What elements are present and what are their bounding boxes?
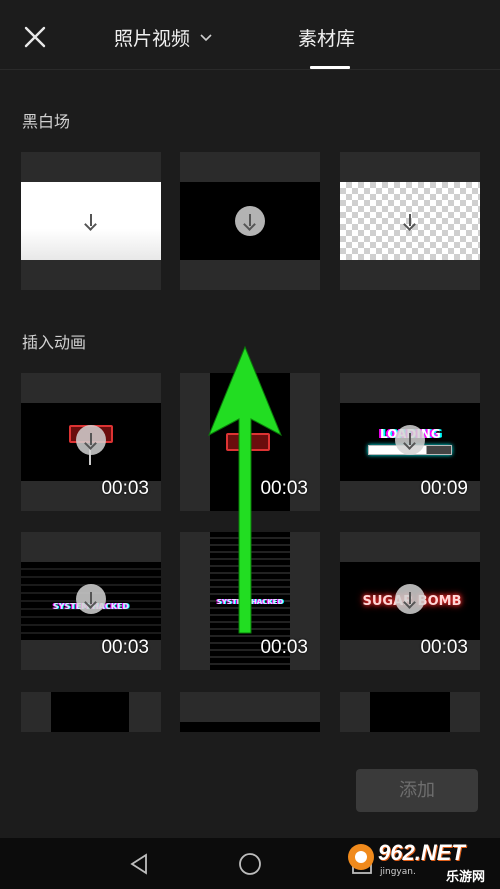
download-icon[interactable] [76, 425, 106, 455]
duration-label: 00:03 [101, 637, 149, 658]
animation-tile-battery[interactable]: 00:03 [21, 373, 161, 511]
preview-frame [51, 692, 129, 732]
download-icon[interactable] [76, 584, 106, 614]
add-button[interactable]: 添加 [356, 769, 478, 812]
watermark-site-name: 乐游网 [446, 870, 486, 885]
animation-tile-partial[interactable] [21, 692, 161, 732]
download-icon[interactable] [235, 206, 265, 236]
section-title-black-white: 黑白场 [22, 112, 71, 131]
download-icon[interactable] [395, 584, 425, 614]
duration-label: 00:03 [260, 637, 308, 658]
animation-tile-partial[interactable] [180, 692, 320, 732]
watermark: 962.NET jingyan. 乐游网 [346, 840, 496, 886]
preview-frame [180, 722, 320, 732]
top-bar: 照片视频 素材库 [0, 0, 500, 70]
watermark-domain: jingyan. [380, 867, 416, 877]
divider [0, 69, 500, 70]
tab-material-library[interactable]: 素材库 [298, 24, 355, 51]
back-triangle-icon[interactable] [127, 852, 151, 880]
duration-label: 00:03 [420, 637, 468, 658]
animation-tile-loading[interactable]: LOADING 00:09 [340, 373, 480, 511]
animation-tile-neon[interactable]: SUGAR BOMB 00:03 [340, 532, 480, 670]
animation-tile-glitch[interactable]: SYSTEM HACKED 00:03 [21, 532, 161, 670]
duration-label: 00:03 [101, 478, 149, 499]
tab-photos-videos[interactable]: 照片视频 [114, 24, 212, 51]
animation-tile-partial[interactable] [340, 692, 480, 732]
download-icon[interactable] [76, 206, 106, 236]
section-title-insert-animation: 插入动画 [22, 333, 87, 352]
material-tile-white[interactable] [21, 152, 161, 290]
duration-label: 00:09 [420, 478, 468, 499]
download-icon[interactable] [395, 425, 425, 455]
watermark-logo-icon [348, 844, 374, 870]
preview-frame [370, 692, 450, 732]
annotation-arrow-icon [205, 345, 285, 635]
material-tile-black[interactable] [180, 152, 320, 290]
close-icon[interactable] [20, 22, 50, 52]
watermark-logo-text: 962.NET [378, 840, 465, 865]
chevron-down-icon [200, 25, 212, 47]
material-tile-transparent[interactable] [340, 152, 480, 290]
download-icon[interactable] [395, 206, 425, 236]
tab-photos-label: 照片视频 [114, 28, 191, 50]
home-circle-icon[interactable] [238, 852, 262, 880]
